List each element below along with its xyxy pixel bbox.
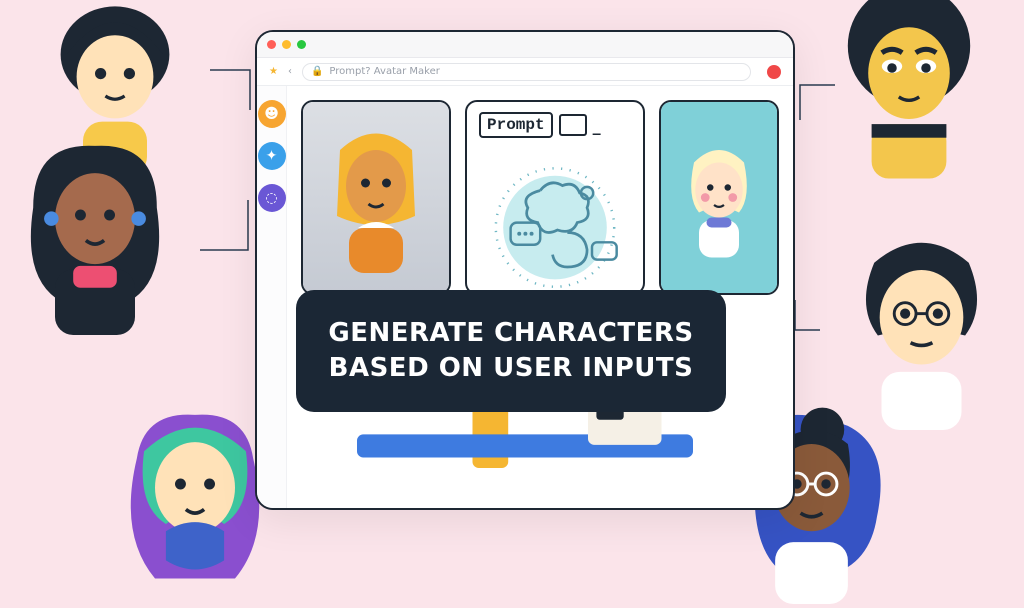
sidebar-item-profile[interactable]: ☻ bbox=[258, 100, 286, 128]
star-icon[interactable]: ★ bbox=[269, 66, 278, 77]
prompt-label: Prompt bbox=[479, 112, 553, 138]
character-card-1[interactable] bbox=[301, 100, 451, 295]
close-icon[interactable] bbox=[267, 40, 276, 49]
app-window: ★ ‹ 🔒 Prompt? Avatar Maker ☻ ✦ ◌ bbox=[255, 30, 795, 510]
ai-illustration bbox=[467, 148, 643, 295]
url-field[interactable]: 🔒 Prompt? Avatar Maker bbox=[302, 63, 751, 81]
prompt-input[interactable] bbox=[559, 114, 587, 136]
avatar-mid-left bbox=[0, 135, 195, 335]
minimize-icon[interactable] bbox=[282, 40, 291, 49]
character-card-2[interactable] bbox=[659, 100, 779, 295]
avatar-top-right bbox=[824, 0, 994, 185]
lock-icon: 🔒 bbox=[311, 66, 323, 77]
maximize-icon[interactable] bbox=[297, 40, 306, 49]
headline-line-1: Generate characters bbox=[324, 316, 698, 351]
character-2-avatar bbox=[669, 135, 769, 260]
nav-back-icon[interactable]: ‹ bbox=[288, 66, 292, 77]
avatar-mid-right bbox=[824, 230, 1019, 430]
prompt-card: Prompt _ bbox=[465, 100, 645, 295]
caret-icon: _ bbox=[593, 116, 601, 135]
character-1-avatar bbox=[316, 123, 436, 273]
headline-callout: Generate characters based on user inputs bbox=[296, 290, 726, 412]
headline-line-2: based on user inputs bbox=[324, 351, 698, 386]
sidebar-item-settings[interactable]: ◌ bbox=[258, 184, 286, 212]
sidebar-item-bird[interactable]: ✦ bbox=[258, 142, 286, 170]
close-tab-icon[interactable] bbox=[767, 65, 781, 79]
url-text: Prompt? Avatar Maker bbox=[329, 66, 439, 77]
window-titlebar bbox=[257, 32, 793, 58]
browser-addressbar: ★ ‹ 🔒 Prompt? Avatar Maker bbox=[257, 58, 793, 86]
